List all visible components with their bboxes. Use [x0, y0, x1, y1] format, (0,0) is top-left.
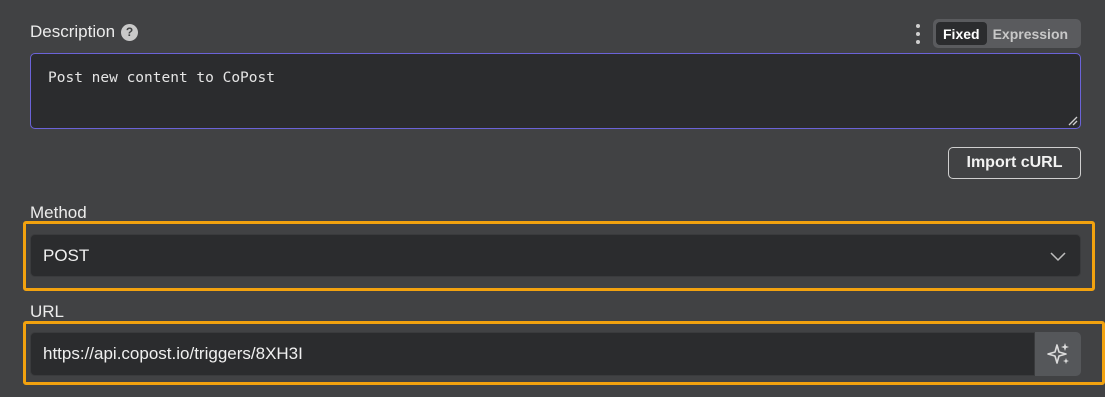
- method-selected-value: POST: [43, 245, 90, 265]
- ai-assist-button[interactable]: [1035, 332, 1081, 376]
- url-label: URL: [30, 302, 65, 321]
- mode-fixed-option[interactable]: Fixed: [936, 22, 987, 45]
- import-curl-button[interactable]: Import cURL: [948, 147, 1081, 179]
- vertical-dots-icon[interactable]: [913, 24, 923, 44]
- chevron-down-icon: [1050, 252, 1066, 262]
- description-label-row: Description ?: [30, 22, 139, 42]
- resize-handle-icon[interactable]: [1068, 116, 1078, 126]
- sparkles-icon: [1047, 343, 1069, 364]
- node-parameters-panel: Description ? Fixed Expression Post new …: [0, 0, 1105, 397]
- description-label: Description: [30, 22, 116, 41]
- url-input[interactable]: https://api.copost.io/triggers/8XH3I: [30, 332, 1035, 376]
- url-value: https://api.copost.io/triggers/8XH3I: [43, 344, 303, 363]
- method-select[interactable]: POST: [30, 234, 1081, 277]
- description-value: Post new content to CoPost: [48, 70, 275, 86]
- fixed-expression-toggle: Fixed Expression: [933, 19, 1081, 48]
- question-circle-icon[interactable]: ?: [121, 23, 139, 41]
- mode-expression-option[interactable]: Expression: [987, 22, 1074, 45]
- description-textarea[interactable]: Post new content to CoPost: [30, 53, 1081, 129]
- method-label: Method: [30, 203, 87, 222]
